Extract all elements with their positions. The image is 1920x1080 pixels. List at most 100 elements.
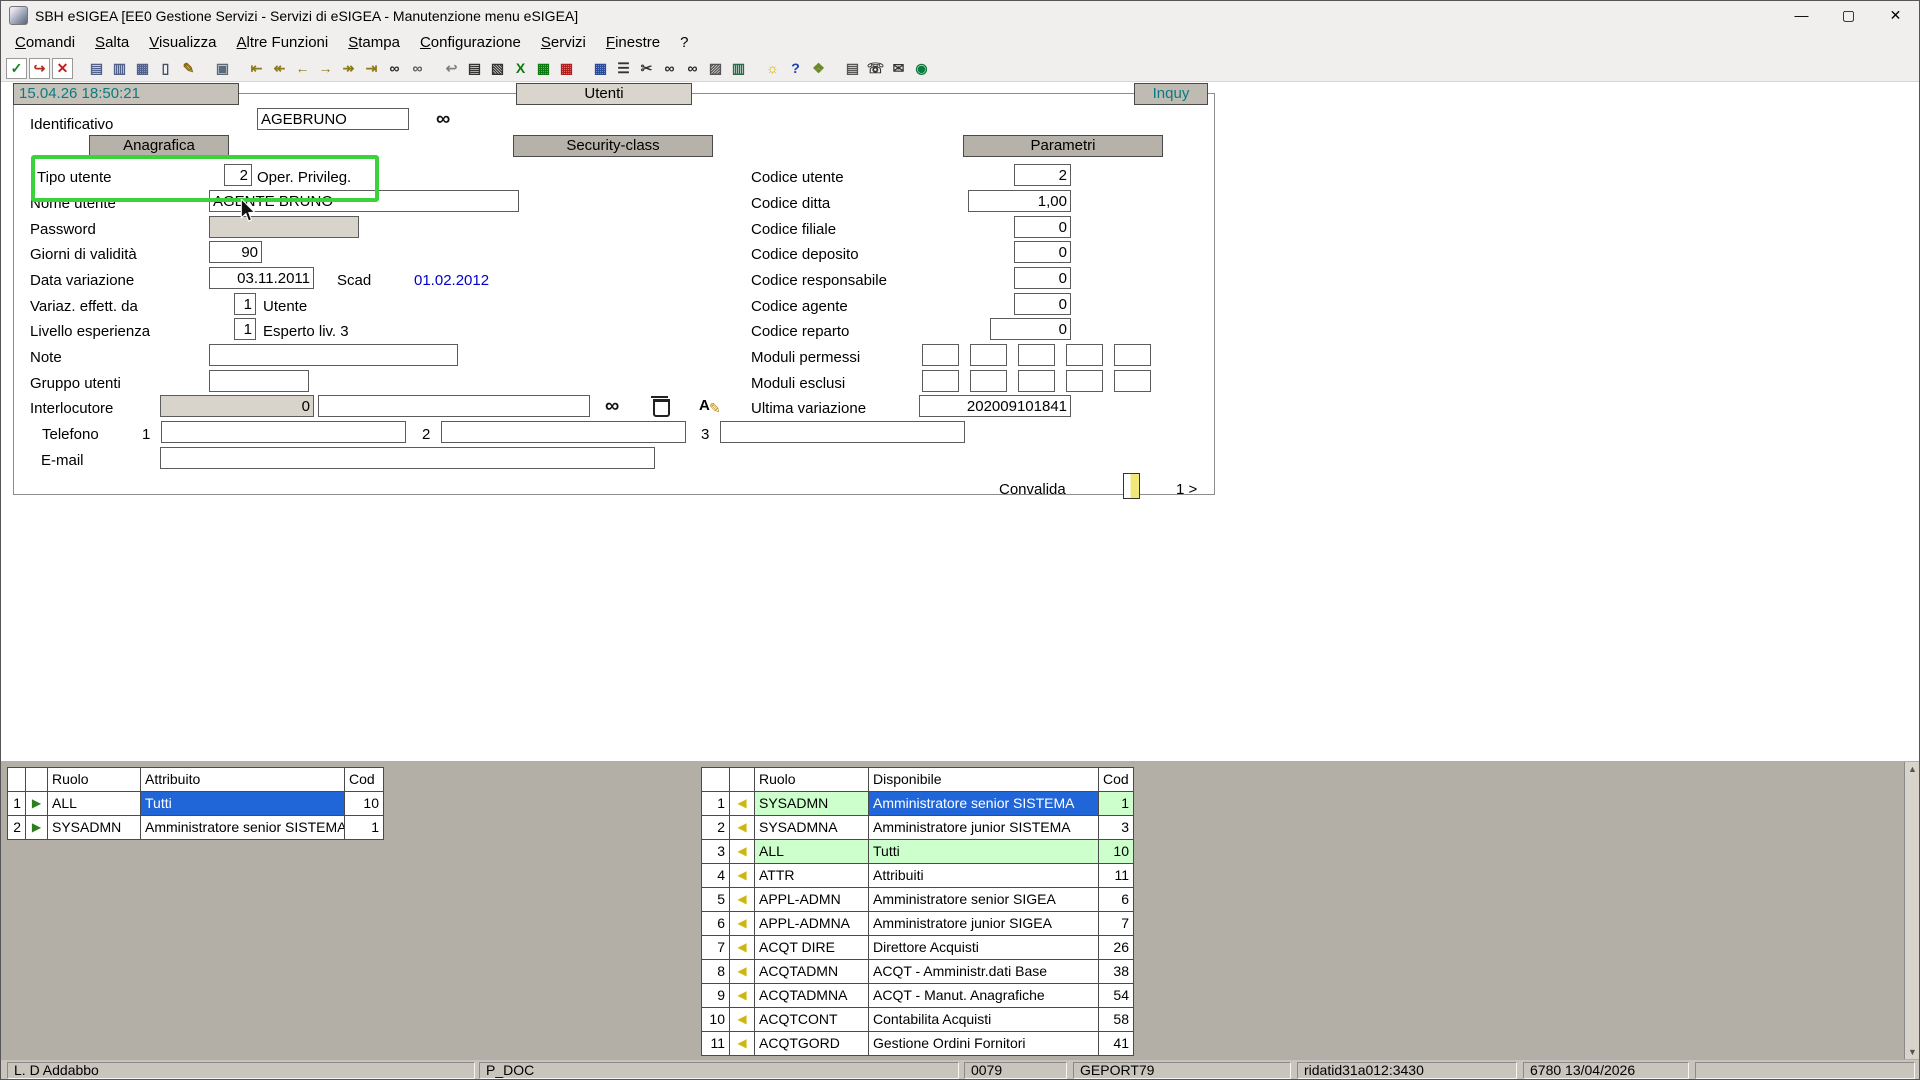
column-header[interactable] <box>26 768 48 792</box>
column-header[interactable]: Ruolo <box>755 768 869 792</box>
window-cascade-icon[interactable]: ▤ <box>86 58 107 79</box>
help-icon[interactable]: ? <box>785 58 806 79</box>
cell-ruolo[interactable]: ALL <box>755 840 869 864</box>
row-arrow-icon[interactable]: ▶ <box>26 792 48 816</box>
maximize-button[interactable]: ▢ <box>1825 1 1872 30</box>
codice-ditta-input[interactable] <box>968 190 1071 212</box>
row-arrow-icon[interactable]: ◀ <box>730 816 755 840</box>
menu-item-altre-funzioni[interactable]: Altre Funzioni <box>227 30 339 56</box>
menu-item-finestre[interactable]: Finestre <box>596 30 670 56</box>
table-row[interactable]: 7◀ACQT DIREDirettore Acquisti26 <box>702 936 1134 960</box>
next-record-icon[interactable]: → <box>315 58 336 79</box>
table-row[interactable]: 1◀SYSADMNAmministratore senior SISTEMA1 <box>702 792 1134 816</box>
row-number[interactable]: 7 <box>702 936 730 960</box>
column-header[interactable]: Ruolo <box>48 768 141 792</box>
menu-item-configurazione[interactable]: Configurazione <box>410 30 531 56</box>
moduli-esclusi-box-4[interactable] <box>1066 370 1103 392</box>
cell-cod[interactable]: 10 <box>345 792 384 816</box>
new-document-icon[interactable]: ▯ <box>155 58 176 79</box>
row-number[interactable]: 5 <box>702 888 730 912</box>
data-variazione-input[interactable] <box>209 267 314 289</box>
row-arrow-icon[interactable]: ◀ <box>730 840 755 864</box>
row-arrow-icon[interactable]: ◀ <box>730 864 755 888</box>
cell-cod[interactable]: 11 <box>1099 864 1134 888</box>
cell-desc[interactable]: Amministratore senior SISTEMA <box>869 792 1099 816</box>
giorni-validita-input[interactable] <box>209 241 262 263</box>
web-icon[interactable]: ◉ <box>911 58 932 79</box>
cell-ruolo[interactable]: APPL-ADMNA <box>755 912 869 936</box>
cell-ruolo[interactable]: SYSADMN <box>48 816 141 840</box>
column-header[interactable] <box>8 768 26 792</box>
tab-anagrafica[interactable]: Anagrafica <box>89 135 229 157</box>
telefono-3-input[interactable] <box>720 421 965 443</box>
exit-icon[interactable]: ↪ <box>29 58 50 79</box>
table-row[interactable]: 2◀SYSADMNAAmministratore junior SISTEMA3 <box>702 816 1134 840</box>
codice-utente-input[interactable] <box>1014 164 1071 186</box>
cell-desc[interactable]: Amministratore junior SISTEMA <box>869 816 1099 840</box>
identificativo-input[interactable] <box>257 108 409 130</box>
find-icon[interactable]: ∞ <box>384 58 405 79</box>
quick-print-icon[interactable]: ▤ <box>842 58 863 79</box>
row-arrow-icon[interactable]: ◀ <box>730 1008 755 1032</box>
print-preview-icon[interactable]: ▧ <box>487 58 508 79</box>
table-row[interactable]: 10◀ACQTCONTContabilita Acquisti58 <box>702 1008 1134 1032</box>
codice-reparto-input[interactable] <box>990 318 1071 340</box>
cell-cod[interactable]: 58 <box>1099 1008 1134 1032</box>
row-arrow-icon[interactable]: ◀ <box>730 792 755 816</box>
row-arrow-icon[interactable]: ◀ <box>730 888 755 912</box>
cell-cod[interactable]: 41 <box>1099 1032 1134 1056</box>
row-arrow-icon[interactable]: ◀ <box>730 936 755 960</box>
moduli-permessi-box-4[interactable] <box>1066 344 1103 366</box>
ultima-variazione-input[interactable] <box>919 395 1071 417</box>
row-number[interactable]: 3 <box>702 840 730 864</box>
menu-item-visualizza[interactable]: Visualizza <box>139 30 226 56</box>
cell-ruolo[interactable]: APPL-ADMN <box>755 888 869 912</box>
codice-responsabile-input[interactable] <box>1014 267 1071 289</box>
window-grid-icon[interactable]: ▦ <box>132 58 153 79</box>
tip-icon[interactable]: ☼ <box>762 58 783 79</box>
moduli-esclusi-box-5[interactable] <box>1114 370 1151 392</box>
cell-ruolo[interactable]: ACQT DIRE <box>755 936 869 960</box>
prev-record-icon[interactable]: ← <box>292 58 313 79</box>
row-arrow-icon[interactable]: ◀ <box>730 912 755 936</box>
table-row[interactable]: 4◀ATTRAttribuiti11 <box>702 864 1134 888</box>
column-header[interactable]: Cod <box>345 768 384 792</box>
copy-icon[interactable]: ▣ <box>212 58 233 79</box>
telefono-1-input[interactable] <box>161 421 406 443</box>
column-header[interactable] <box>730 768 755 792</box>
cell-desc[interactable]: Gestione Ordini Fornitori <box>869 1032 1099 1056</box>
last-record-icon[interactable]: ⇥ <box>361 58 382 79</box>
cell-desc[interactable]: Amministratore junior SIGEA <box>869 912 1099 936</box>
cell-cod[interactable]: 7 <box>1099 912 1134 936</box>
undo-icon[interactable]: ↩ <box>441 58 462 79</box>
password-input[interactable] <box>209 216 359 238</box>
note-input[interactable] <box>209 344 458 366</box>
column-header[interactable]: Disponibile <box>869 768 1099 792</box>
row-number[interactable]: 9 <box>702 984 730 1008</box>
table-row[interactable]: 11◀ACQTGORDGestione Ordini Fornitori41 <box>702 1032 1134 1056</box>
table-row[interactable]: 3◀ALLTutti10 <box>702 840 1134 864</box>
telefono-2-input[interactable] <box>441 421 686 443</box>
tab-parametri[interactable]: Parametri <box>963 135 1163 157</box>
row-number[interactable]: 10 <box>702 1008 730 1032</box>
mail-icon[interactable]: ✉ <box>888 58 909 79</box>
cell-cod[interactable]: 1 <box>1099 792 1134 816</box>
interlocutore-code-input[interactable] <box>160 395 314 417</box>
table-row[interactable]: 9◀ACQTADMNAACQT - Manut. Anagrafiche54 <box>702 984 1134 1008</box>
panel-scrollbar[interactable]: ▲ ▼ <box>1904 762 1920 1059</box>
row-arrow-icon[interactable]: ◀ <box>730 1032 755 1056</box>
excel-export-icon[interactable]: X <box>510 58 531 79</box>
table-row[interactable]: 8◀ACQTADMNACQT - Amministr.dati Base38 <box>702 960 1134 984</box>
cell-cod[interactable]: 54 <box>1099 984 1134 1008</box>
scroll-down-icon[interactable]: ▼ <box>1905 1047 1920 1057</box>
table-row[interactable]: 6◀APPL-ADMNAAmministratore junior SIGEA7 <box>702 912 1134 936</box>
row-arrow-icon[interactable]: ◀ <box>730 960 755 984</box>
cell-ruolo[interactable]: SYSADMN <box>755 792 869 816</box>
menu-item-comandi[interactable]: Comandi <box>5 30 85 56</box>
scroll-up-icon[interactable]: ▲ <box>1905 764 1920 774</box>
moduli-permessi-box-5[interactable] <box>1114 344 1151 366</box>
row-number[interactable]: 6 <box>702 912 730 936</box>
cell-cod[interactable]: 6 <box>1099 888 1134 912</box>
menu-item-help[interactable]: ? <box>670 30 698 56</box>
tab-security-class[interactable]: Security-class <box>513 135 713 157</box>
